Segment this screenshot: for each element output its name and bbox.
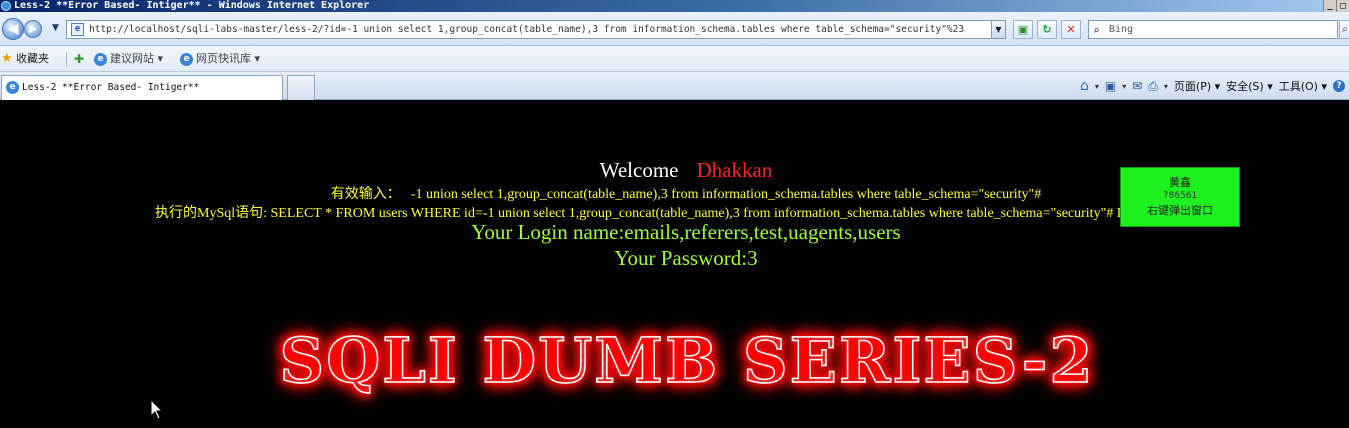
history-dropdown-icon[interactable]: ▼: [52, 23, 59, 33]
popup-widget[interactable]: 黄鑫 786561 右键弹出窗口: [1120, 167, 1240, 227]
address-toolbar: ◀ ▶ ▼ e http://localhost/sqli-labs-maste…: [0, 12, 1349, 46]
mail-icon[interactable]: ✉: [1132, 79, 1142, 93]
valid-input-label: 有效输入：: [330, 187, 401, 202]
popup-number: 786561: [1162, 191, 1198, 201]
popup-hint: 右键弹出窗口: [1147, 204, 1213, 217]
password-result: Your Password:3: [614, 246, 758, 270]
web-slice-gallery-link[interactable]: e 网页快讯库 ▾: [180, 46, 260, 72]
help-icon[interactable]: ?: [1333, 80, 1345, 92]
ie-page-icon: e: [180, 52, 193, 66]
valid-input-value: -1 union select 1,group_concat(table_nam…: [410, 187, 1042, 202]
tab-label: Less-2 **Error Based- Intiger**: [22, 82, 200, 93]
suggested-sites-link[interactable]: e 建议网站 ▾: [94, 46, 163, 72]
feeds-icon[interactable]: ▣: [1105, 79, 1116, 93]
maximize-button[interactable]: □: [1336, 0, 1349, 12]
compatibility-view-icon[interactable]: ▣: [1013, 20, 1033, 39]
tab-bar: e Less-2 **Error Based- Intiger** ⌂ ▾ ▣ …: [0, 72, 1349, 100]
command-bar: ⌂ ▾ ▣ ▾ ✉ ⎙ ▾ 页面(P) ▾ 安全(S) ▾ 工具(O) ▾ ?: [1080, 72, 1349, 100]
favorites-button[interactable]: 收藏夹: [16, 46, 49, 72]
page-menu[interactable]: 页面(P) ▾: [1174, 78, 1220, 94]
chevron-down-icon[interactable]: ▾: [1164, 82, 1168, 91]
address-url: http://localhost/sqli-labs-master/less-2…: [89, 24, 965, 35]
window-titlebar: Less-2 **Error Based- Intiger** - Window…: [0, 0, 1349, 12]
suggested-sites-label: 建议网站 ▾: [110, 52, 164, 65]
ie-page-icon: e: [6, 81, 19, 94]
page-icon: e: [71, 23, 84, 36]
new-tab-button[interactable]: [287, 75, 315, 100]
favorites-bar: ★ 收藏夹 ✚ e 建议网站 ▾ e 网页快讯库 ▾: [0, 46, 1349, 72]
home-icon[interactable]: ⌂: [1080, 78, 1089, 94]
search-icon: ⌕: [1093, 24, 1100, 37]
welcome-label: Welcome: [599, 158, 679, 182]
search-input[interactable]: ⌕ Bing: [1088, 20, 1338, 39]
safety-menu[interactable]: 安全(S) ▾: [1226, 78, 1273, 94]
tools-menu[interactable]: 工具(O) ▾: [1279, 78, 1327, 94]
search-placeholder: Bing: [1109, 24, 1134, 35]
forward-button[interactable]: ▶: [24, 20, 42, 38]
sql-statement: 执行的MySql语句: SELECT * FROM users WHERE id…: [155, 206, 1120, 221]
refresh-icon[interactable]: ↻: [1037, 20, 1057, 39]
chevron-down-icon[interactable]: ▾: [1095, 82, 1099, 91]
favorites-divider: [66, 52, 67, 67]
stop-icon[interactable]: ✕: [1061, 20, 1081, 39]
welcome-name: Dhakkan: [696, 158, 773, 182]
tab-active[interactable]: e Less-2 **Error Based- Intiger**: [1, 75, 283, 100]
page-content: Welcome Dhakkan 有效输入： -1 union select 1,gr…: [0, 101, 1349, 428]
chevron-down-icon[interactable]: ▾: [1122, 82, 1126, 91]
window-title: Less-2 **Error Based- Intiger** - Window…: [14, 0, 370, 11]
address-dropdown-button[interactable]: ▼: [991, 20, 1006, 39]
popup-name: 黄鑫: [1169, 176, 1191, 189]
print-icon[interactable]: ⎙: [1148, 79, 1158, 94]
ie-page-icon: e: [94, 52, 107, 66]
web-slice-gallery-label: 网页快讯库 ▾: [196, 52, 261, 65]
favorites-star-icon[interactable]: ★: [1, 46, 13, 72]
window-controls: _ □: [1323, 0, 1349, 12]
search-go-icon[interactable]: ⌕: [1339, 20, 1349, 39]
series-banner: SQLI DUMB SERIES-2: [212, 323, 1162, 399]
ie-logo-icon: [1, 1, 11, 11]
add-favorite-icon[interactable]: ✚: [74, 46, 84, 72]
address-input[interactable]: e http://localhost/sqli-labs-master/less…: [66, 20, 1006, 39]
back-button[interactable]: ◀: [2, 18, 24, 40]
minimize-button[interactable]: _: [1323, 0, 1336, 12]
